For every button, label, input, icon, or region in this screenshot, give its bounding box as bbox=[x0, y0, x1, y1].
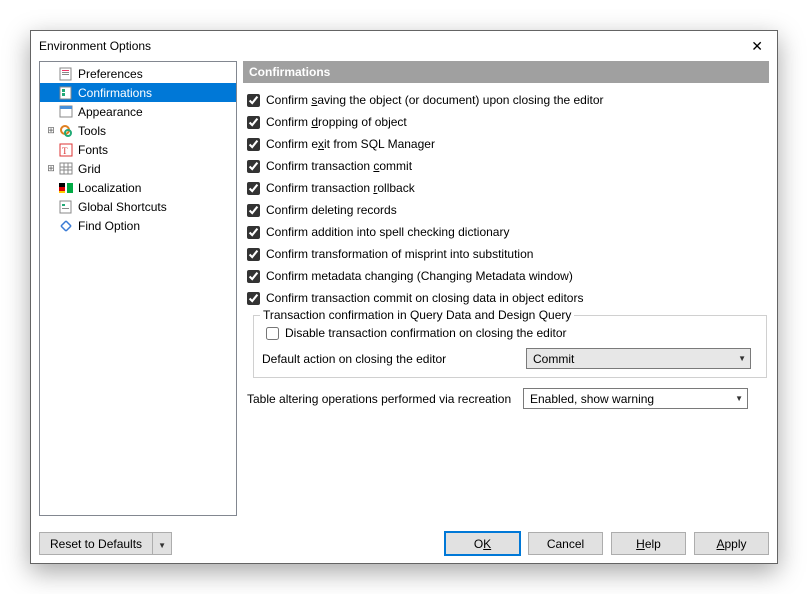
tree-label: Tools bbox=[78, 124, 106, 138]
help-button[interactable]: Help bbox=[611, 532, 686, 555]
confirm-deleting-checkbox[interactable] bbox=[247, 204, 260, 217]
disable-txn-confirm-checkbox[interactable] bbox=[266, 327, 279, 340]
default-action-value: Commit bbox=[533, 352, 574, 366]
fonts-icon: T bbox=[58, 142, 74, 158]
tree-label: Localization bbox=[78, 181, 141, 195]
grid-icon bbox=[58, 161, 74, 177]
environment-options-dialog: Environment Options ✕ Preferences Confir… bbox=[30, 30, 778, 564]
confirm-rollback-checkbox[interactable] bbox=[247, 182, 260, 195]
dialog-footer: Reset to Defaults ▼ OK Cancel Help Apply bbox=[31, 524, 777, 563]
confirm-metadata-checkbox[interactable] bbox=[247, 270, 260, 283]
confirm-spell-checkbox[interactable] bbox=[247, 226, 260, 239]
chevron-down-icon[interactable]: ▼ bbox=[153, 537, 171, 551]
close-icon[interactable]: ✕ bbox=[745, 37, 769, 55]
confirm-saving-row[interactable]: Confirm saving the object (or document) … bbox=[243, 91, 769, 109]
confirm-rollback-row[interactable]: Confirm transaction rollback bbox=[243, 179, 769, 197]
confirm-exit-row[interactable]: Confirm exit from SQL Manager bbox=[243, 135, 769, 153]
tree-item-global-shortcuts[interactable]: Global Shortcuts bbox=[40, 197, 236, 216]
tree-item-find-option[interactable]: Find Option bbox=[40, 216, 236, 235]
tree-label: Global Shortcuts bbox=[78, 200, 167, 214]
confirm-txn-close-checkbox[interactable] bbox=[247, 292, 260, 305]
expand-icon[interactable]: ⊞ bbox=[44, 125, 58, 136]
disable-txn-confirm-row[interactable]: Disable transaction confirmation on clos… bbox=[262, 324, 758, 342]
confirmations-icon bbox=[58, 85, 74, 101]
reset-defaults-label: Reset to Defaults bbox=[40, 533, 153, 554]
tree-item-appearance[interactable]: Appearance bbox=[40, 102, 236, 121]
tree-item-preferences[interactable]: Preferences bbox=[40, 64, 236, 83]
confirm-txn-close-row[interactable]: Confirm transaction commit on closing da… bbox=[243, 289, 769, 307]
confirm-spell-label: Confirm addition into spell checking dic… bbox=[266, 225, 509, 239]
confirm-saving-label: Confirm saving the object (or document) … bbox=[266, 93, 604, 107]
table-alter-value: Enabled, show warning bbox=[530, 392, 654, 406]
tree-item-tools[interactable]: ⊞ Tools bbox=[40, 121, 236, 140]
tree-item-fonts[interactable]: T Fonts bbox=[40, 140, 236, 159]
tree-label: Grid bbox=[78, 162, 101, 176]
tree-item-confirmations[interactable]: Confirmations bbox=[40, 83, 236, 102]
reset-defaults-button[interactable]: Reset to Defaults ▼ bbox=[39, 532, 172, 555]
confirm-deleting-row[interactable]: Confirm deleting records bbox=[243, 201, 769, 219]
cancel-button[interactable]: Cancel bbox=[528, 532, 603, 555]
table-alter-select[interactable]: Enabled, show warning ▼ bbox=[523, 388, 748, 409]
group-title: Transaction confirmation in Query Data a… bbox=[260, 308, 574, 322]
table-alter-label: Table altering operations performed via … bbox=[247, 392, 523, 406]
chevron-down-icon: ▼ bbox=[735, 394, 743, 403]
confirm-txn-close-label: Confirm transaction commit on closing da… bbox=[266, 291, 583, 305]
svg-text:T: T bbox=[62, 146, 68, 156]
confirm-commit-row[interactable]: Confirm transaction commit bbox=[243, 157, 769, 175]
preferences-icon bbox=[58, 66, 74, 82]
confirm-dropping-checkbox[interactable] bbox=[247, 116, 260, 129]
appearance-icon bbox=[58, 104, 74, 120]
section-header: Confirmations bbox=[243, 61, 769, 83]
category-tree[interactable]: Preferences Confirmations Appearance ⊞ bbox=[39, 61, 237, 516]
expand-icon[interactable]: ⊞ bbox=[44, 163, 58, 174]
confirm-exit-label: Confirm exit from SQL Manager bbox=[266, 137, 435, 151]
confirm-misprint-label: Confirm transformation of misprint into … bbox=[266, 247, 533, 261]
confirm-commit-label: Confirm transaction commit bbox=[266, 159, 412, 173]
disable-txn-confirm-label: Disable transaction confirmation on clos… bbox=[285, 326, 566, 340]
tree-item-localization[interactable]: Localization bbox=[40, 178, 236, 197]
shortcuts-icon bbox=[58, 199, 74, 215]
confirm-dropping-label: Confirm dropping of object bbox=[266, 115, 407, 129]
confirm-metadata-row[interactable]: Confirm metadata changing (Changing Meta… bbox=[243, 267, 769, 285]
tree-label: Fonts bbox=[78, 143, 108, 157]
tree-label: Appearance bbox=[78, 105, 143, 119]
tree-item-grid[interactable]: ⊞ Grid bbox=[40, 159, 236, 178]
ok-button[interactable]: OK bbox=[445, 532, 520, 555]
confirm-spell-row[interactable]: Confirm addition into spell checking dic… bbox=[243, 223, 769, 241]
confirm-misprint-row[interactable]: Confirm transformation of misprint into … bbox=[243, 245, 769, 263]
default-action-select[interactable]: Commit ▼ bbox=[526, 348, 751, 369]
confirm-metadata-label: Confirm metadata changing (Changing Meta… bbox=[266, 269, 573, 283]
content-panel: Confirmations Confirm saving the object … bbox=[243, 61, 769, 516]
confirm-dropping-row[interactable]: Confirm dropping of object bbox=[243, 113, 769, 131]
chevron-down-icon: ▼ bbox=[738, 354, 746, 363]
localization-icon bbox=[58, 180, 74, 196]
apply-button[interactable]: Apply bbox=[694, 532, 769, 555]
transaction-confirmation-group: Transaction confirmation in Query Data a… bbox=[253, 315, 767, 378]
confirm-exit-checkbox[interactable] bbox=[247, 138, 260, 151]
window-title: Environment Options bbox=[39, 39, 151, 53]
tools-icon bbox=[58, 123, 74, 139]
confirm-misprint-checkbox[interactable] bbox=[247, 248, 260, 261]
titlebar: Environment Options ✕ bbox=[31, 31, 777, 57]
tree-label: Find Option bbox=[78, 219, 140, 233]
confirm-commit-checkbox[interactable] bbox=[247, 160, 260, 173]
tree-label: Confirmations bbox=[78, 86, 152, 100]
confirm-deleting-label: Confirm deleting records bbox=[266, 203, 397, 217]
confirm-saving-checkbox[interactable] bbox=[247, 94, 260, 107]
find-icon bbox=[58, 218, 74, 234]
default-action-label: Default action on closing the editor bbox=[262, 352, 526, 366]
tree-label: Preferences bbox=[78, 67, 143, 81]
confirm-rollback-label: Confirm transaction rollback bbox=[266, 181, 415, 195]
